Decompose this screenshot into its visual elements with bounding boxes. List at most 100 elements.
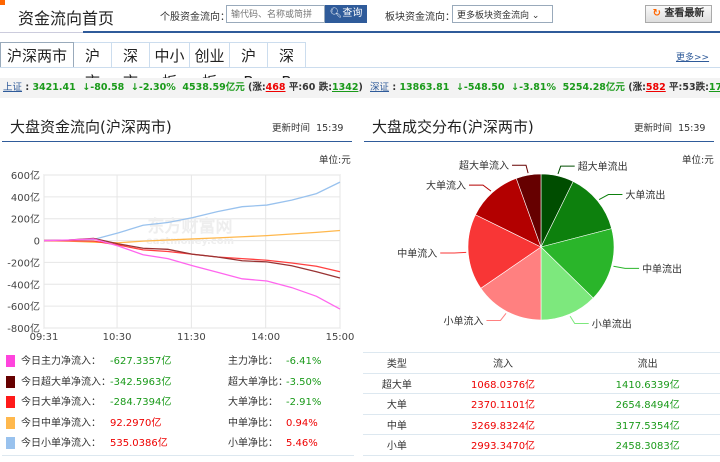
more-link[interactable]: 更多>> bbox=[676, 50, 709, 63]
stock-search-input[interactable] bbox=[226, 5, 325, 23]
ratio-value: 0.94% bbox=[286, 417, 318, 429]
tab-sh[interactable]: 沪市 bbox=[74, 42, 113, 91]
index-link[interactable]: 上证 bbox=[3, 82, 22, 93]
divider bbox=[0, 32, 83, 33]
sector-select[interactable]: 更多板块资金流向 ⌄ bbox=[452, 5, 553, 23]
distribution-chart-title: 大盘成交分布(沪深两市) bbox=[372, 118, 534, 136]
legend-swatch bbox=[6, 375, 15, 388]
flow-chart-title: 大盘资金流向(沪深两市) bbox=[10, 118, 172, 136]
legend-swatch bbox=[6, 416, 15, 429]
page-title: 资金流向首页 bbox=[18, 9, 115, 28]
legend-item: 今日小单净流入： 535.0386亿 小单净比： 5.46% bbox=[6, 436, 318, 452]
legend-item: 今日中单净流入： 92.2970亿 中单净比： 0.94% bbox=[6, 416, 318, 432]
legend-value: 92.2970亿 bbox=[110, 417, 162, 429]
stock-flow-label: 个股资金流向： bbox=[160, 12, 230, 23]
x-tick-label: 09:31 bbox=[30, 332, 59, 343]
ratio-label: 中单净比： bbox=[228, 417, 278, 429]
index-summary: 上证 : 3421.41 ↓-80.58 ↓-2.30% 4538.59亿元 (… bbox=[0, 78, 720, 98]
pie-label: 中单流出 bbox=[642, 262, 682, 275]
legend-label: 今日主力净流入： bbox=[21, 356, 101, 367]
table-row: 小单 2993.3470亿 2458.3083亿 bbox=[363, 434, 720, 456]
legend-label: 今日小单净流入： bbox=[21, 438, 101, 449]
y-tick-label: 600亿 bbox=[11, 169, 40, 182]
x-tick-label: 10:30 bbox=[103, 332, 132, 343]
legend-label: 今日中单净流入： bbox=[21, 417, 101, 429]
pie-label: 中单流入 bbox=[397, 247, 437, 260]
legend-swatch bbox=[6, 396, 15, 408]
search-button[interactable]: 🔍︎查询 bbox=[325, 5, 367, 23]
ratio-label: 超大单净比： bbox=[228, 376, 288, 388]
x-tick-label: 15:00 bbox=[326, 332, 355, 343]
label-leader-line bbox=[598, 194, 623, 201]
legend-value: 535.0386亿 bbox=[110, 438, 168, 449]
legend-value: -342.5963亿 bbox=[110, 376, 172, 388]
legend-swatch bbox=[6, 437, 15, 449]
y-tick-label: -200亿 bbox=[7, 256, 40, 269]
tab-sme[interactable]: 中小板 bbox=[150, 42, 191, 91]
watermark: 东方财富网 bbox=[148, 216, 233, 237]
divider bbox=[364, 141, 714, 142]
pie-label: 小单流入 bbox=[443, 314, 483, 327]
refresh-icon: ↻ bbox=[652, 8, 661, 19]
ratio-label: 主力净比： bbox=[228, 356, 278, 367]
legend-item: 今日超大单净流入： -342.5963亿 超大单净比： -3.50% bbox=[6, 375, 321, 391]
label-leader-line bbox=[469, 184, 492, 192]
ratio-label: 小单净比： bbox=[228, 438, 278, 449]
tab-szb[interactable]: 深B bbox=[268, 42, 307, 91]
update-time: 更新时间 15:39 bbox=[272, 123, 344, 134]
chevron-down-icon: ⌄ bbox=[531, 11, 540, 21]
distribution-pie-chart: 超大单流出大单流出中单流出小单流出 小单流入 中单流入 大单流入 超大单流入 bbox=[397, 159, 682, 331]
pie-label: 大单流出 bbox=[625, 189, 665, 202]
divider bbox=[83, 31, 720, 33]
distribution-table: 类型 流入 流出 超大单 1068.0376亿 1410.6339亿 大单 2370.110… bbox=[363, 352, 720, 456]
ratio-value: -3.50% bbox=[286, 376, 322, 388]
plot-area bbox=[43, 174, 341, 329]
index-sz: 深证 : 13863.81 ↓-548.50 ↓-3.81% 5254.28亿元… bbox=[370, 82, 720, 93]
table-row: 中单 3269.8324亿 3177.5354亿 bbox=[363, 413, 720, 435]
legend-label: 今日大单净流入： bbox=[21, 397, 101, 408]
y-tick-label: -400亿 bbox=[7, 278, 40, 291]
legend-swatch bbox=[6, 355, 15, 367]
pie-label: 大单流入 bbox=[426, 179, 466, 192]
label-leader-line bbox=[440, 251, 467, 254]
label-leader-line bbox=[569, 315, 589, 325]
pie-label: 超大单流入 bbox=[459, 159, 509, 172]
table-row: 大单 2370.1101亿 2654.8494亿 bbox=[363, 393, 720, 414]
search-icon: 🔍︎ bbox=[329, 8, 343, 19]
legend-item: 今日主力净流入： -627.3357亿 主力净比： -6.41% bbox=[6, 354, 321, 370]
table-header-row: 类型 流入 流出 bbox=[363, 352, 720, 373]
x-tick-label: 11:30 bbox=[177, 332, 206, 343]
market-tabs: 沪深两市 沪市 深市 中小板 创业板 沪B 深B bbox=[0, 42, 307, 91]
label-leader-line bbox=[512, 164, 529, 174]
pie-label: 超大单流出 bbox=[578, 160, 628, 173]
y-tick-label: 200亿 bbox=[11, 213, 40, 226]
flow-line-chart: 600亿400亿200亿0-200亿-400亿-600亿-800亿09:31 10… bbox=[7, 169, 355, 343]
label-leader-line bbox=[613, 265, 640, 269]
legend-value: -284.7394亿 bbox=[110, 397, 172, 408]
tab-all[interactable]: 沪深两市 bbox=[0, 42, 75, 68]
index-sh: 上证 : 3421.41 ↓-80.58 ↓-2.30% 4538.59亿元 (… bbox=[3, 82, 363, 93]
legend-label: 今日超大单净流入： bbox=[21, 376, 111, 388]
pie-label: 小单流出 bbox=[592, 318, 632, 331]
tab-gem[interactable]: 创业板 bbox=[190, 42, 231, 91]
ratio-label: 大单净比： bbox=[228, 397, 278, 408]
sector-flow-label: 板块资金流向： bbox=[385, 12, 455, 23]
logo-corner bbox=[0, 0, 5, 5]
y-tick-label: 0 bbox=[34, 237, 40, 248]
y-tick-label: -600亿 bbox=[7, 300, 40, 313]
update-time: 更新时间 15:39 bbox=[634, 123, 706, 134]
ratio-value: 5.46% bbox=[286, 438, 318, 449]
label-leader-line bbox=[557, 165, 575, 175]
divider bbox=[0, 67, 720, 68]
x-tick-label: 14:00 bbox=[251, 332, 280, 343]
table-row: 超大单 1068.0376亿 1410.6339亿 bbox=[363, 372, 720, 394]
ratio-value: -2.91% bbox=[286, 397, 322, 408]
divider bbox=[2, 455, 354, 456]
tab-sz[interactable]: 深市 bbox=[112, 42, 151, 91]
refresh-button[interactable]: ↻ 查看最新 bbox=[645, 5, 712, 23]
ratio-value: -6.41% bbox=[286, 356, 322, 367]
tab-shb[interactable]: 沪B bbox=[230, 42, 269, 91]
legend-value: -627.3357亿 bbox=[110, 356, 172, 367]
divider bbox=[2, 141, 352, 142]
index-link[interactable]: 深证 bbox=[370, 82, 389, 93]
